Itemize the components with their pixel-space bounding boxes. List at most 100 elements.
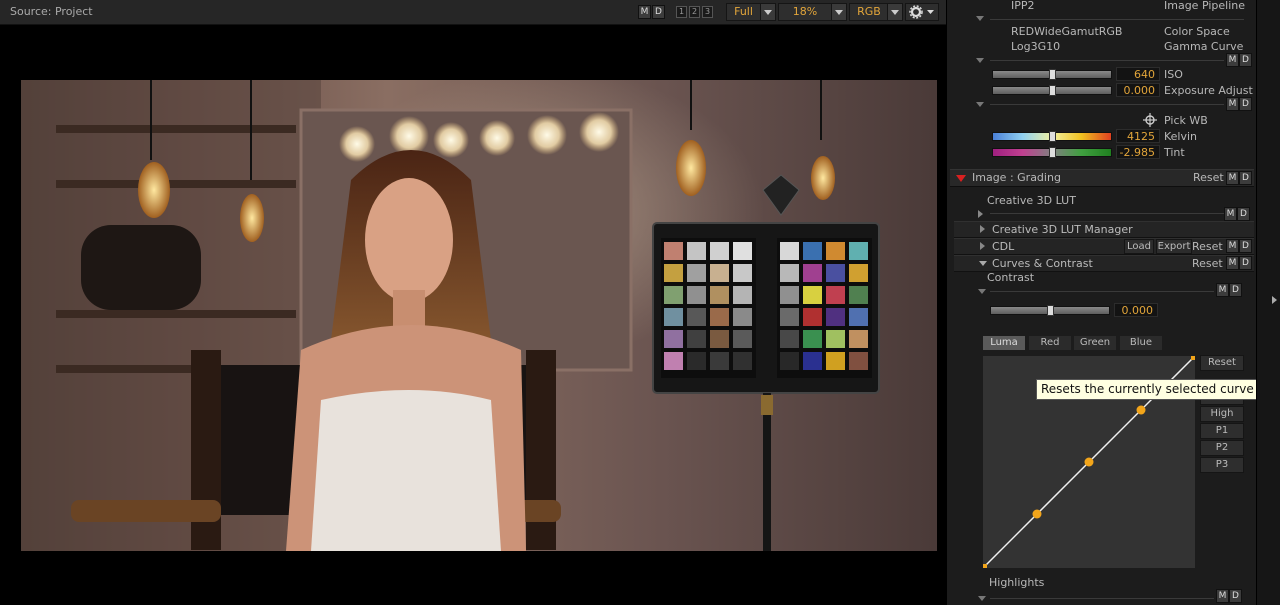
kelvin-slider-knob[interactable] bbox=[1049, 131, 1056, 142]
m-button[interactable]: M bbox=[1226, 239, 1239, 253]
zoom-dropdown[interactable]: 18% bbox=[778, 3, 847, 21]
tint-label: Tint bbox=[1164, 146, 1185, 159]
curve-p2-button[interactable]: P2 bbox=[1200, 440, 1244, 456]
color-patch bbox=[664, 242, 683, 260]
viewer-d-button[interactable]: D bbox=[652, 5, 665, 19]
tint-value[interactable]: -2.985 bbox=[1116, 145, 1160, 159]
curve-point[interactable] bbox=[983, 564, 987, 568]
exposure-slider[interactable] bbox=[992, 85, 1112, 96]
grading-section-header[interactable]: Image : Grading Reset M D bbox=[950, 169, 1254, 187]
curve-reset-button[interactable]: Reset bbox=[1200, 355, 1244, 371]
m-button[interactable]: M bbox=[1224, 207, 1237, 221]
panel-collapse-strip[interactable] bbox=[1256, 0, 1280, 605]
collapse-arrow-icon[interactable] bbox=[978, 289, 986, 294]
channel-dropdown[interactable]: RGB bbox=[849, 3, 903, 21]
color-patch bbox=[826, 352, 845, 370]
curve-high-button[interactable]: High bbox=[1200, 406, 1244, 422]
settings-menu-button[interactable] bbox=[905, 3, 939, 21]
d-button[interactable]: D bbox=[1239, 256, 1252, 270]
curve-point[interactable] bbox=[1032, 509, 1042, 519]
collapse-arrow-icon[interactable] bbox=[976, 58, 984, 63]
curves-section-header[interactable]: Curves & Contrast Reset M D bbox=[954, 255, 1254, 272]
curve-point[interactable] bbox=[1191, 356, 1195, 360]
m-button[interactable]: M bbox=[1216, 283, 1229, 297]
curve-point[interactable] bbox=[1136, 405, 1146, 415]
tab-red[interactable]: Red bbox=[1029, 336, 1071, 350]
d-button[interactable]: D bbox=[1229, 589, 1242, 603]
m-button[interactable]: M bbox=[1216, 589, 1229, 603]
grading-reset-button[interactable]: Reset bbox=[1193, 171, 1224, 184]
color-patch bbox=[803, 286, 822, 304]
collapse-arrow-icon[interactable] bbox=[978, 596, 986, 601]
layout-1-button[interactable]: 1 bbox=[676, 6, 687, 18]
d-button[interactable]: D bbox=[1239, 97, 1252, 111]
color-patch bbox=[849, 330, 868, 348]
cdl-load-button[interactable]: Load bbox=[1124, 239, 1154, 254]
layout-2-button[interactable]: 2 bbox=[689, 6, 700, 18]
contrast-value[interactable]: 0.000 bbox=[1114, 303, 1158, 317]
exposure-slider-knob[interactable] bbox=[1049, 85, 1056, 96]
gamma-curve-value[interactable]: Log3G10 bbox=[1011, 40, 1060, 53]
exposure-value[interactable]: 0.000 bbox=[1116, 83, 1160, 97]
viewer-m-button[interactable]: M bbox=[638, 5, 651, 19]
tab-luma[interactable]: Luma bbox=[983, 336, 1025, 350]
m-button[interactable]: M bbox=[1226, 97, 1239, 111]
crosshair-icon[interactable] bbox=[1143, 113, 1157, 127]
quality-dropdown[interactable]: Full bbox=[726, 3, 776, 21]
cdl-reset-button[interactable]: Reset bbox=[1192, 240, 1223, 253]
curves-reset-button[interactable]: Reset bbox=[1192, 257, 1223, 270]
expand-arrow-icon[interactable] bbox=[980, 242, 985, 250]
kelvin-slider[interactable] bbox=[992, 131, 1112, 142]
color-space-value[interactable]: REDWideGamutRGB bbox=[1011, 25, 1122, 38]
video-frame bbox=[21, 80, 937, 551]
m-button[interactable]: M bbox=[1226, 53, 1239, 67]
kelvin-label: Kelvin bbox=[1164, 130, 1198, 143]
cdl-export-button[interactable]: Export bbox=[1156, 239, 1192, 254]
d-button[interactable]: D bbox=[1239, 171, 1252, 185]
lut-manager-section-header[interactable]: Creative 3D LUT Manager bbox=[954, 221, 1254, 238]
iso-value[interactable]: 640 bbox=[1116, 67, 1160, 81]
collapse-arrow-icon[interactable] bbox=[976, 16, 984, 21]
d-button[interactable]: D bbox=[1237, 207, 1250, 221]
grading-section-title: Image : Grading bbox=[972, 171, 1061, 184]
color-patch bbox=[849, 352, 868, 370]
curve-p1-button[interactable]: P1 bbox=[1200, 423, 1244, 439]
color-patch bbox=[849, 286, 868, 304]
d-button[interactable]: D bbox=[1239, 53, 1252, 67]
tab-blue[interactable]: Blue bbox=[1120, 336, 1162, 350]
pick-wb-button[interactable]: Pick WB bbox=[1164, 114, 1208, 127]
tint-slider-knob[interactable] bbox=[1049, 147, 1056, 158]
curve-point[interactable] bbox=[1084, 457, 1094, 467]
d-button[interactable]: D bbox=[1229, 283, 1242, 297]
d-button[interactable]: D bbox=[1239, 239, 1252, 253]
tab-green[interactable]: Green bbox=[1074, 336, 1116, 350]
chevron-down-icon bbox=[760, 4, 775, 20]
contrast-slider[interactable] bbox=[990, 305, 1110, 316]
color-patch bbox=[710, 242, 729, 260]
curve-p3-button[interactable]: P3 bbox=[1200, 457, 1244, 473]
cdl-section-header[interactable]: CDL Load Export Reset M D bbox=[954, 238, 1254, 255]
color-patch bbox=[664, 308, 683, 326]
expand-arrow-icon[interactable] bbox=[978, 210, 983, 218]
source-label: Source: Project bbox=[10, 5, 93, 18]
collapse-arrow-icon[interactable] bbox=[979, 261, 987, 266]
video-viewer[interactable]: Source: Project M D 1 2 3 Full 18% RGB bbox=[0, 0, 946, 605]
ipp2-value: IPP2 bbox=[1011, 0, 1035, 12]
collapse-arrow-icon[interactable] bbox=[976, 102, 984, 107]
chevron-right-icon[interactable] bbox=[1272, 296, 1277, 304]
layout-3-button[interactable]: 3 bbox=[702, 6, 713, 18]
iso-slider[interactable] bbox=[992, 69, 1112, 80]
gamma-curve-label: Gamma Curve bbox=[1164, 40, 1244, 53]
contrast-slider-knob[interactable] bbox=[1047, 305, 1054, 316]
kelvin-value[interactable]: 4125 bbox=[1116, 129, 1160, 143]
zoom-value: 18% bbox=[792, 5, 818, 18]
tint-slider[interactable] bbox=[992, 147, 1112, 158]
expand-arrow-icon[interactable] bbox=[956, 175, 966, 182]
iso-slider-knob[interactable] bbox=[1049, 69, 1056, 80]
color-patch bbox=[780, 352, 799, 370]
m-button[interactable]: M bbox=[1226, 256, 1239, 270]
color-patch bbox=[733, 330, 752, 348]
expand-arrow-icon[interactable] bbox=[980, 225, 985, 233]
color-patch bbox=[803, 352, 822, 370]
m-button[interactable]: M bbox=[1226, 171, 1239, 185]
